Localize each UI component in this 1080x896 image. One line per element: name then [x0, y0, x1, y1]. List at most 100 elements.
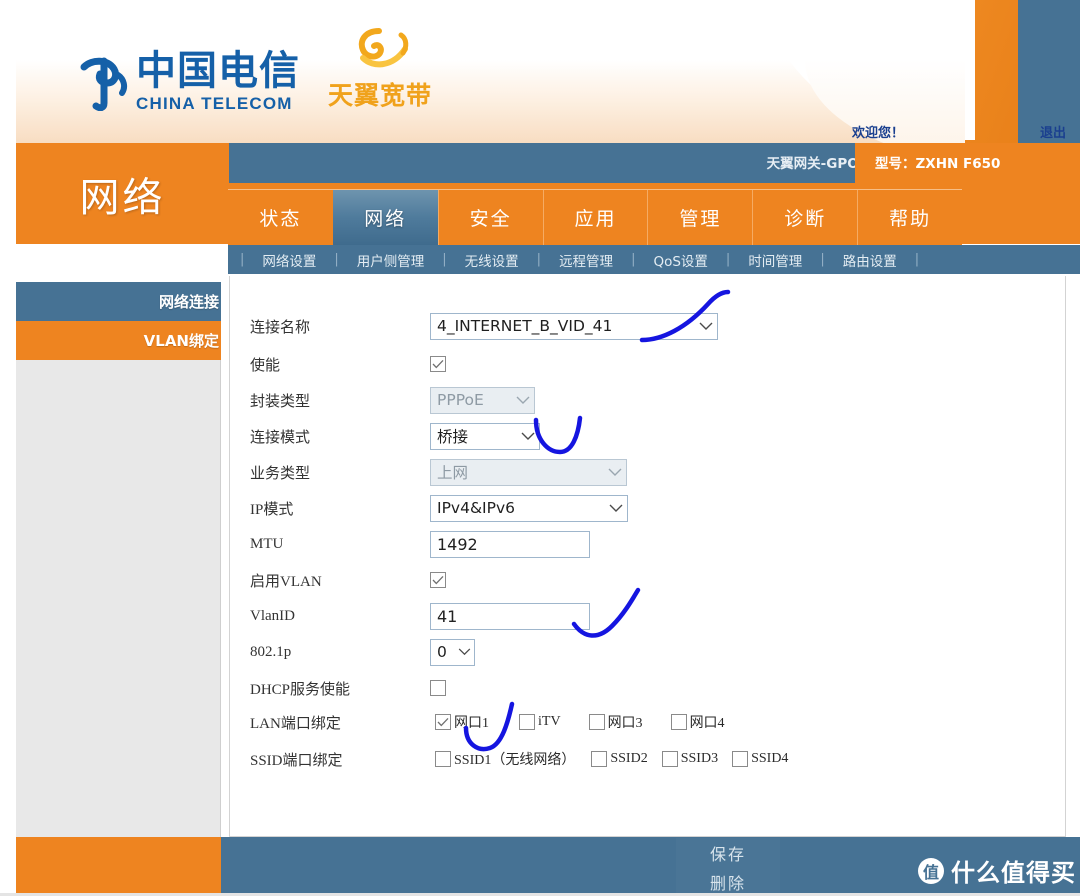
label-ssid-port-binding: SSID端口绑定: [250, 752, 343, 769]
subnav-item-route-settings[interactable]: 路由设置: [827, 250, 913, 270]
label-connection-mode: 连接模式: [250, 429, 311, 446]
control-connection-mode: 桥接: [430, 422, 540, 450]
tianyi-broadband-logo: 天翼宽带: [328, 25, 432, 112]
subnav-item-network-settings[interactable]: 网络设置: [246, 250, 332, 270]
subnav-separator: |: [631, 252, 636, 267]
ssid-4-checkbox[interactable]: [732, 751, 749, 767]
connection-name-value: 4_INTERNET_B_VID_41: [437, 317, 613, 335]
label-connection-name: 连接名称: [250, 319, 311, 336]
dot1p-value: 0: [437, 643, 447, 661]
lan-port-4-label: 网口4: [689, 716, 725, 731]
chevron-down-icon: [454, 648, 471, 656]
ssid-option: SSID2: [591, 751, 648, 767]
subnav-separator: |: [725, 252, 731, 267]
mtu-input[interactable]: [430, 530, 590, 558]
router-admin-page: 中国电信 CHINA TELECOM 天翼宽带 欢迎您！ 退出 网络 天翼网关-…: [0, 0, 1080, 896]
subnav-item-user-side-management[interactable]: 用户侧管理: [341, 250, 441, 270]
ssid-1-checkbox[interactable]: [435, 751, 451, 767]
lan-port-1-checkbox[interactable]: [435, 714, 451, 730]
label-service-type: 业务类型: [250, 465, 311, 482]
ssid-2-checkbox[interactable]: [591, 751, 608, 767]
footer-left-panel: [16, 837, 221, 896]
subnav-item-wireless-settings[interactable]: 无线设置: [449, 250, 535, 270]
control-encapsulation-type: PPPoE: [430, 386, 535, 414]
subnav-separator: |: [240, 252, 245, 267]
subnav-item-time-management[interactable]: 时间管理: [732, 250, 818, 270]
vlan-id-input[interactable]: [430, 602, 590, 630]
control-service-type: 上网: [430, 458, 627, 486]
service-type-select[interactable]: 上网: [430, 458, 627, 486]
ip-mode-value: IPv4&IPv6: [437, 499, 515, 517]
sidebar-item-vlan-binding[interactable]: VLAN绑定: [16, 321, 221, 360]
subnav-separator: |: [914, 252, 920, 267]
label-mtu: MTU: [250, 535, 284, 552]
sub-navigation-bar: | 网络设置 | 用户侧管理 | 无线设置 | 远程管理 | QoS设置 | 时…: [228, 245, 1080, 274]
lan-port-4-checkbox[interactable]: [670, 714, 687, 730]
subnav-separator: |: [442, 252, 447, 267]
tab-management[interactable]: 管理: [647, 190, 752, 245]
enable-checkbox[interactable]: [430, 356, 446, 372]
tab-status[interactable]: 状态: [228, 190, 333, 245]
sidebar-item-network-connection[interactable]: 网络连接: [16, 282, 221, 321]
label-vlan-id: VlanID: [250, 607, 295, 624]
ssid-option: SSID1（无线网络）: [435, 749, 575, 769]
subnav-item-remote-management[interactable]: 远程管理: [543, 250, 629, 270]
control-ssid-port-binding: SSID1（无线网络） SSID2 SSID3 SSID4: [435, 749, 788, 769]
encapsulation-type-select[interactable]: PPPoE: [430, 386, 535, 414]
tab-diagnostics[interactable]: 诊断: [752, 190, 857, 245]
tab-help[interactable]: 帮助: [857, 190, 962, 245]
control-vlan-id: [430, 602, 590, 630]
row-enable-vlan: 启用VLAN: [230, 562, 1065, 598]
connection-mode-select[interactable]: 桥接: [430, 422, 540, 450]
lan-port-option: 网口1: [435, 712, 489, 732]
subnav-item-qos-settings[interactable]: QoS设置: [637, 250, 723, 270]
tianyi-brand-name: 天翼宽带: [328, 81, 433, 110]
lan-port-3-label: 网口3: [607, 716, 643, 731]
lan-port-option: 网口3: [588, 712, 643, 732]
page-banner: 中国电信 CHINA TELECOM 天翼宽带 欢迎您！ 退出: [16, 0, 1080, 143]
control-enable-vlan: [430, 572, 446, 588]
save-button[interactable]: 保存: [676, 838, 780, 867]
enable-vlan-checkbox[interactable]: [430, 572, 446, 588]
sidebar: 网络连接 VLAN绑定: [16, 282, 221, 837]
china-telecom-logo: 中国电信 CHINA TELECOM: [78, 51, 300, 114]
settings-form-panel: 连接名称 4_INTERNET_B_VID_41 使能 封装类型 PPPoE 连…: [229, 276, 1066, 837]
connection-mode-value: 桥接: [437, 428, 469, 446]
chevron-down-icon: [600, 468, 622, 477]
row-encapsulation-type: 封装类型 PPPoE: [230, 382, 1065, 418]
tab-security[interactable]: 安全: [437, 190, 543, 245]
tab-application[interactable]: 应用: [542, 190, 648, 245]
label-dot1p: 802.1p: [250, 643, 292, 660]
row-mtu: MTU: [230, 526, 1065, 562]
connection-name-select[interactable]: 4_INTERNET_B_VID_41: [430, 312, 718, 340]
page-title: 网络: [79, 174, 166, 221]
brand-name-cn: 中国电信: [136, 48, 300, 95]
logout-link[interactable]: 退出: [1040, 122, 1066, 141]
ssid-1-label: SSID1（无线网络）: [454, 753, 576, 768]
service-type-value: 上网: [437, 464, 469, 482]
chevron-down-icon: [508, 396, 530, 405]
lan-port-3-checkbox[interactable]: [588, 714, 605, 730]
ip-mode-select[interactable]: IPv4&IPv6: [430, 494, 628, 522]
row-ssid-port-binding: SSID端口绑定 SSID1（无线网络） SSID2 SSID3 SSID4: [230, 741, 1065, 777]
subnav-separator: |: [334, 252, 339, 267]
chevron-down-icon: [691, 322, 713, 331]
lan-port-option: 网口4: [670, 712, 725, 732]
row-dot1p: 802.1p 0: [230, 634, 1065, 670]
row-ip-mode: IP模式 IPv4&IPv6: [230, 490, 1065, 526]
control-enable: [430, 356, 446, 372]
dot1p-select[interactable]: 0: [430, 638, 475, 666]
ssid-3-checkbox[interactable]: [661, 751, 678, 767]
lan-port-itv-checkbox[interactable]: [519, 714, 535, 730]
chevron-down-icon: [601, 504, 623, 513]
china-telecom-mark-icon: [78, 53, 130, 112]
tianyi-swirl-icon: [349, 25, 411, 75]
control-dot1p: 0: [430, 638, 475, 666]
tab-network[interactable]: 网络: [332, 190, 438, 245]
sidebar-item-label: 网络连接: [158, 293, 219, 311]
dhcp-enable-checkbox[interactable]: [430, 680, 446, 696]
welcome-bar: 欢迎您！ 退出: [780, 120, 1080, 143]
row-dhcp-enable: DHCP服务使能: [230, 670, 1065, 706]
label-lan-port-binding: LAN端口绑定: [250, 715, 341, 732]
delete-button[interactable]: 删除: [676, 867, 780, 896]
